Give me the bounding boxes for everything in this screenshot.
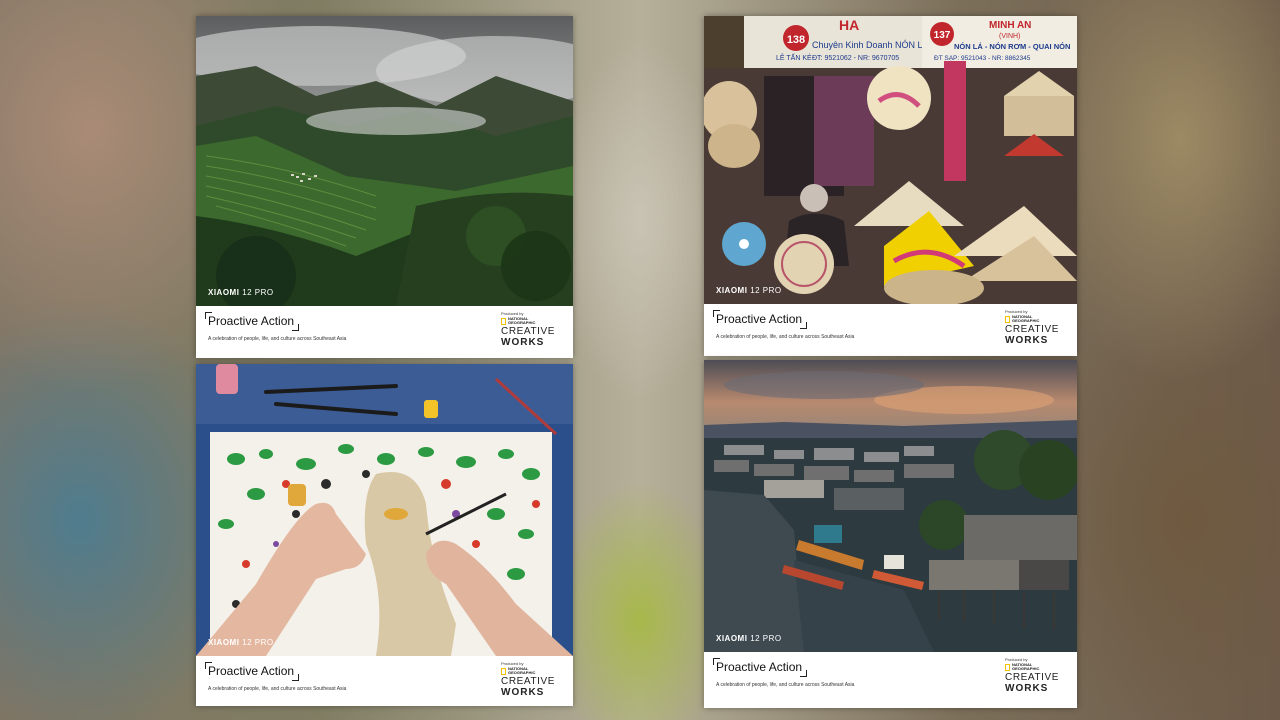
campaign-tagline: A celebration of people, life, and cultu… — [716, 682, 855, 688]
campaign-title: Proactive Action — [713, 310, 808, 329]
hat-shop-photo: HA 138 Chuyên Kinh Doanh NÓN LÁ LÊ TẤN K… — [704, 16, 1077, 304]
card-footer: Proactive Action A celebration of people… — [196, 656, 573, 706]
svg-text:137: 137 — [934, 30, 951, 41]
fishing-village-photo: XIAOMI 12 PRO — [704, 360, 1077, 652]
camera-watermark: XIAOMI 12 PRO — [208, 288, 274, 297]
natgeo-creative-works-logo: Produced by NATIONAL GEOGRAPHIC CREATIVE … — [501, 311, 556, 348]
camera-watermark: XIAOMI 12 PRO — [208, 638, 274, 647]
natgeo-creative-works-logo: Produced by NATIONAL GEOGRAPHIC CREATIVE … — [1005, 657, 1060, 694]
campaign-tagline: A celebration of people, life, and cultu… — [208, 686, 347, 692]
svg-text:(VINH): (VINH) — [999, 33, 1020, 40]
natgeo-yellow-frame-icon — [1005, 315, 1010, 323]
natgeo-creative-works-logo: Produced by NATIONAL GEOGRAPHIC CREATIVE … — [501, 661, 556, 698]
camera-watermark: XIAOMI 12 PRO — [716, 286, 782, 295]
svg-text:MINH AN: MINH AN — [989, 20, 1031, 31]
svg-text:ĐT SẠP: 9521043 - NR: 8862345: ĐT SẠP: 9521043 - NR: 8862345 — [934, 55, 1031, 62]
terraces-photo: XIAOMI 12 PRO — [196, 16, 573, 306]
natgeo-creative-works-logo: Produced by NATIONAL GEOGRAPHIC CREATIVE … — [1005, 309, 1060, 346]
campaign-title: Proactive Action — [205, 662, 300, 681]
camera-watermark: XIAOMI 12 PRO — [716, 634, 782, 643]
photo-card-hat-shop[interactable]: HA 138 Chuyên Kinh Doanh NÓN LÁ LÊ TẤN K… — [704, 16, 1077, 356]
campaign-title: Proactive Action — [205, 312, 300, 331]
card-footer: Proactive Action A celebration of people… — [704, 304, 1077, 356]
svg-text:HA: HA — [839, 17, 859, 33]
svg-text:NÓN LÁ - NÓN RƠM - QUAI NÓN: NÓN LÁ - NÓN RƠM - QUAI NÓN — [954, 42, 1070, 51]
natgeo-yellow-frame-icon — [1005, 663, 1010, 671]
svg-text:ĐT: 9521062 - NR: 9670705: ĐT: 9521062 - NR: 9670705 — [812, 55, 899, 62]
natgeo-yellow-frame-icon — [501, 667, 506, 675]
photo-card-terraces[interactable]: XIAOMI 12 PRO Proactive Action A celebra… — [196, 16, 573, 358]
painting-photo: XIAOMI 12 PRO — [196, 364, 573, 656]
svg-text:Chuyên Kinh Doanh NÓN LÁ: Chuyên Kinh Doanh NÓN LÁ — [812, 40, 929, 50]
campaign-tagline: A celebration of people, life, and cultu… — [208, 336, 347, 342]
campaign-tagline: A celebration of people, life, and cultu… — [716, 334, 855, 340]
campaign-title: Proactive Action — [713, 658, 808, 677]
card-footer: Proactive Action A celebration of people… — [704, 652, 1077, 708]
natgeo-yellow-frame-icon — [501, 317, 506, 325]
photo-card-painting[interactable]: XIAOMI 12 PRO Proactive Action A celebra… — [196, 364, 573, 706]
photo-card-fishing-village[interactable]: XIAOMI 12 PRO Proactive Action A celebra… — [704, 360, 1077, 708]
card-footer: Proactive Action A celebration of people… — [196, 306, 573, 358]
svg-text:138: 138 — [787, 34, 805, 46]
